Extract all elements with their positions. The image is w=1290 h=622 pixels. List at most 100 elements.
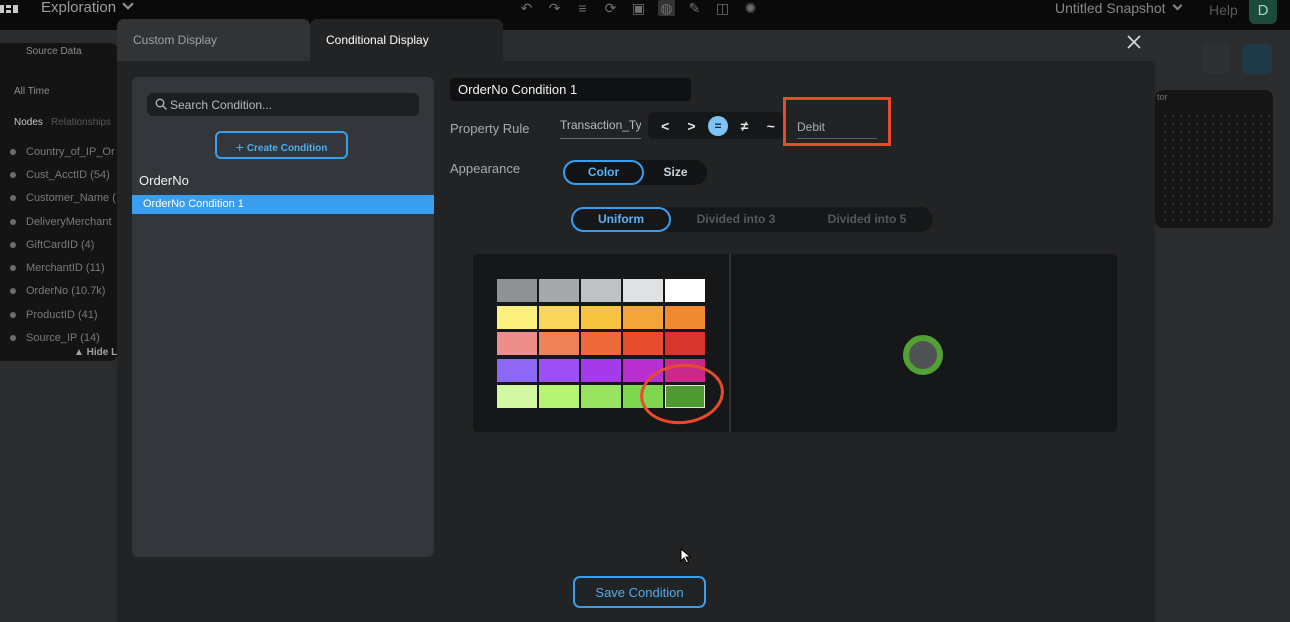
layers-icon[interactable]: ◍ bbox=[658, 0, 675, 16]
node-type-label: Cust_AcctID (54) bbox=[26, 168, 110, 181]
node-type-label: Source_IP (14) bbox=[26, 332, 100, 345]
node-type-label: GiftCardID (4) bbox=[26, 238, 95, 251]
color-swatch[interactable] bbox=[665, 305, 705, 329]
operator-button[interactable]: = bbox=[707, 115, 729, 136]
color-swatch[interactable] bbox=[539, 305, 579, 329]
plus-icon: + bbox=[235, 139, 244, 155]
operator-button[interactable]: > bbox=[678, 116, 704, 136]
source-data-label: Source Data bbox=[26, 46, 82, 57]
minimap-card: tor bbox=[1155, 90, 1273, 228]
toolbar: ↶ ↷ ≡ ⟳ ▣ ◍ ✎ ◫ ✺ bbox=[518, 0, 759, 18]
property-select[interactable]: Transaction_Type bbox=[560, 114, 641, 139]
undo-icon[interactable]: ↶ bbox=[518, 0, 535, 16]
view-toggle-button[interactable] bbox=[1201, 44, 1231, 74]
node-dot-icon bbox=[10, 148, 16, 155]
export-button[interactable] bbox=[1242, 44, 1272, 74]
color-swatch[interactable] bbox=[539, 358, 579, 382]
image-icon[interactable]: ▣ bbox=[630, 0, 647, 16]
color-swatch[interactable] bbox=[623, 332, 663, 355]
color-swatch[interactable] bbox=[623, 279, 663, 302]
color-swatch[interactable] bbox=[581, 279, 621, 302]
condition-list-item[interactable]: OrderNo Condition 1 bbox=[132, 195, 434, 214]
color-swatch[interactable] bbox=[623, 305, 663, 329]
node-type-item[interactable]: DeliveryMerchant bbox=[10, 210, 116, 233]
node-dot-icon bbox=[10, 218, 16, 225]
color-swatch[interactable] bbox=[497, 305, 537, 329]
node-type-item[interactable]: Customer_Name ( bbox=[10, 187, 116, 210]
app-logo-icon bbox=[0, 5, 18, 13]
search-box bbox=[147, 93, 419, 116]
camera-icon[interactable]: ◫ bbox=[714, 0, 731, 16]
hide-legend-button[interactable]: ▲ Hide L bbox=[74, 347, 117, 358]
app-title[interactable]: Exploration bbox=[41, 0, 134, 16]
settings-icon[interactable]: ✺ bbox=[742, 0, 759, 16]
operator-button[interactable]: < bbox=[652, 116, 678, 136]
close-icon[interactable] bbox=[1126, 34, 1142, 50]
node-type-item[interactable]: ProductID (41) bbox=[10, 303, 116, 326]
chevron-down-icon bbox=[1172, 0, 1182, 11]
snapshot-selector[interactable]: Untitled Snapshot bbox=[1055, 0, 1182, 16]
color-swatch[interactable] bbox=[539, 332, 579, 355]
search-input[interactable] bbox=[170, 93, 410, 116]
color-swatch[interactable] bbox=[581, 332, 621, 355]
property-rule-label: Property Rule bbox=[450, 121, 530, 136]
node-dot-icon bbox=[10, 265, 16, 272]
node-dot-icon bbox=[10, 241, 16, 248]
node-type-item[interactable]: Cust_AcctID (54) bbox=[10, 163, 116, 186]
node-dot-icon bbox=[10, 311, 16, 318]
node-type-item[interactable]: OrderNo (10.7k) bbox=[10, 280, 116, 303]
color-swatch[interactable] bbox=[665, 279, 705, 302]
node-dot-icon bbox=[10, 288, 16, 295]
node-type-label: MerchantID (11) bbox=[26, 262, 105, 275]
color-panel-divider bbox=[729, 254, 731, 432]
search-icon bbox=[155, 98, 167, 110]
node-type-label: DeliveryMerchant bbox=[26, 215, 112, 228]
condition-name-field[interactable]: OrderNo Condition 1 bbox=[450, 78, 691, 101]
division-uniform-option[interactable]: Uniform bbox=[571, 207, 671, 232]
node-type-item[interactable]: GiftCardID (4) bbox=[10, 233, 116, 256]
brush-icon[interactable]: ✎ bbox=[686, 0, 703, 16]
node-type-label: ProductID (41) bbox=[26, 308, 98, 321]
appearance-label: Appearance bbox=[450, 161, 521, 176]
operator-group: < > = ≠ ~ bbox=[648, 112, 784, 139]
help-link[interactable]: Help bbox=[1209, 2, 1238, 18]
chevron-down-icon bbox=[122, 0, 134, 10]
color-swatch[interactable] bbox=[665, 332, 705, 355]
tab-custom-display[interactable]: Custom Display bbox=[117, 19, 310, 62]
tab-relationships[interactable]: Relationships bbox=[51, 117, 111, 128]
tab-conditional-display[interactable]: Conditional Display bbox=[310, 19, 503, 62]
division-5-option[interactable]: Divided into 5 bbox=[817, 207, 917, 232]
node-type-item[interactable]: MerchantID (11) bbox=[10, 256, 116, 279]
color-swatch[interactable] bbox=[497, 279, 537, 302]
operator-button[interactable]: ≠ bbox=[731, 116, 757, 136]
operator-button[interactable]: ~ bbox=[758, 116, 784, 136]
highlight-rectangle bbox=[783, 97, 891, 146]
condition-group-label: OrderNo bbox=[139, 173, 189, 188]
color-swatch[interactable] bbox=[539, 385, 579, 408]
node-dot-icon bbox=[10, 335, 16, 342]
redo-icon[interactable]: ↷ bbox=[546, 0, 563, 16]
node-type-label: Customer_Name ( bbox=[26, 192, 116, 205]
color-swatch[interactable] bbox=[497, 332, 537, 355]
create-condition-button[interactable]: + Create Condition bbox=[215, 131, 348, 159]
refresh-icon[interactable]: ⟳ bbox=[602, 0, 619, 16]
node-color-preview bbox=[903, 335, 943, 375]
minimap-preview bbox=[1161, 112, 1271, 222]
save-condition-button[interactable]: Save Condition bbox=[573, 576, 706, 608]
division-3-option[interactable]: Divided into 3 bbox=[686, 207, 786, 232]
color-swatch[interactable] bbox=[497, 385, 537, 408]
node-type-item[interactable]: Country_of_IP_Or bbox=[10, 140, 116, 163]
node-dot-icon bbox=[10, 171, 16, 178]
appearance-toggle: Color Size bbox=[563, 160, 707, 185]
list-icon[interactable]: ≡ bbox=[574, 0, 591, 16]
appearance-size-option[interactable]: Size bbox=[644, 160, 707, 185]
color-swatch[interactable] bbox=[581, 358, 621, 382]
avatar[interactable]: D bbox=[1249, 0, 1277, 24]
color-swatch[interactable] bbox=[497, 358, 537, 382]
color-swatch[interactable] bbox=[581, 305, 621, 329]
time-filter[interactable]: All Time bbox=[14, 86, 50, 97]
appearance-color-option[interactable]: Color bbox=[563, 160, 644, 185]
color-swatch[interactable] bbox=[581, 385, 621, 408]
color-swatch[interactable] bbox=[539, 279, 579, 302]
tab-nodes[interactable]: Nodes bbox=[14, 117, 43, 128]
